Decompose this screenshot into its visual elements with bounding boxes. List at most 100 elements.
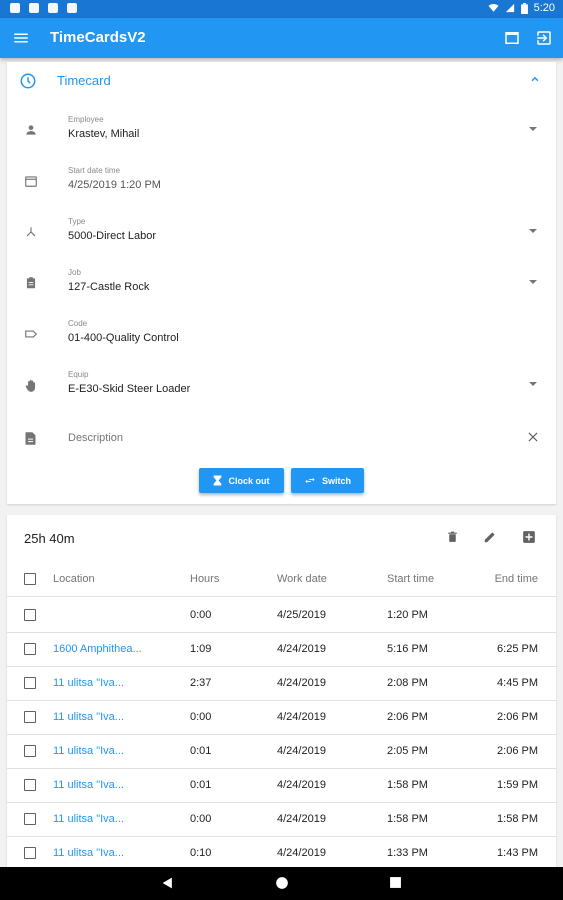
timecard-title: Timecard <box>57 73 111 88</box>
row-work-date: 4/24/2019 <box>277 745 326 757</box>
app-bar: TimeCardsV2 <box>0 18 563 58</box>
employee-caption: Employee <box>68 115 104 124</box>
column-start-time[interactable]: Start time <box>387 573 434 585</box>
row-location[interactable]: 11 ulitsa "Iva... <box>53 813 124 825</box>
person-icon <box>26 125 36 135</box>
calendar-icon <box>25 176 37 187</box>
type-caption: Type <box>68 217 86 226</box>
delete-icon[interactable] <box>446 530 459 544</box>
battery-icon <box>520 2 528 14</box>
notification-icon <box>67 3 77 13</box>
job-value: 127-Castle Rock <box>68 281 150 293</box>
row-location[interactable]: 11 ulitsa "Iva... <box>53 711 124 723</box>
row-checkbox[interactable] <box>24 847 36 859</box>
row-hours: 0:01 <box>190 779 212 791</box>
row-hours: 0:00 <box>190 813 212 825</box>
table-row[interactable]: 11 ulitsa "Iva... 0:00 4/24/2019 2:06 PM… <box>7 701 556 735</box>
swap-icon <box>305 477 315 484</box>
status-bar: 5:20 <box>0 0 563 18</box>
dropdown-arrow-icon[interactable] <box>529 127 537 131</box>
row-location[interactable]: 11 ulitsa "Iva... <box>53 677 124 689</box>
row-checkbox[interactable] <box>24 745 36 757</box>
tag-icon <box>25 330 38 338</box>
add-icon[interactable] <box>522 530 536 544</box>
edit-icon[interactable] <box>483 530 497 544</box>
row-location[interactable]: 11 ulitsa "Iva... <box>53 745 124 757</box>
switch-button[interactable]: Switch <box>291 468 364 493</box>
row-checkbox[interactable] <box>24 779 36 791</box>
home-icon[interactable] <box>275 876 289 890</box>
clock-out-button[interactable]: Clock out <box>199 468 284 493</box>
table-header: Location Hours Work date Start time End … <box>7 563 556 597</box>
chevron-up-icon[interactable] <box>528 72 542 86</box>
row-start-time: 2:08 PM <box>387 677 428 689</box>
row-end-time: 1:59 PM <box>497 779 538 791</box>
row-start-time: 5:16 PM <box>387 643 428 655</box>
equip-value: E-E30-Skid Steer Loader <box>68 383 191 395</box>
row-start-time: 1:33 PM <box>387 847 428 859</box>
select-all-checkbox[interactable] <box>24 573 36 585</box>
start-date-value: 4/25/2019 1:20 PM <box>68 179 161 191</box>
exit-icon[interactable] <box>535 29 553 47</box>
back-icon[interactable] <box>161 876 174 890</box>
row-checkbox[interactable] <box>24 677 36 689</box>
row-location[interactable]: 1600 Amphithea... <box>53 643 142 655</box>
row-checkbox[interactable] <box>24 711 36 723</box>
clock-out-label: Clock out <box>228 475 270 486</box>
table-row[interactable]: 11 ulitsa "Iva... 0:01 4/24/2019 1:58 PM… <box>7 769 556 803</box>
menu-icon[interactable] <box>12 29 30 47</box>
row-checkbox[interactable] <box>24 813 36 825</box>
row-checkbox[interactable] <box>24 643 36 655</box>
table-row[interactable]: 0:00 4/25/2019 1:20 PM <box>7 599 556 633</box>
hourglass-icon <box>214 475 222 486</box>
type-field[interactable]: Type 5000-Direct Labor <box>7 211 556 257</box>
code-value: 01-400-Quality Control <box>68 332 179 344</box>
row-end-time: 1:43 PM <box>497 847 538 859</box>
column-work-date[interactable]: Work date <box>277 573 327 585</box>
row-work-date: 4/25/2019 <box>277 609 326 621</box>
job-field[interactable]: Job 127-Castle Rock <box>7 262 556 308</box>
dropdown-arrow-icon[interactable] <box>529 280 537 284</box>
row-checkbox[interactable] <box>24 609 36 621</box>
column-hours[interactable]: Hours <box>190 573 219 585</box>
row-hours: 0:01 <box>190 745 212 757</box>
notification-icon <box>10 3 20 13</box>
job-caption: Job <box>68 268 81 277</box>
row-hours: 1:09 <box>190 643 212 655</box>
row-start-time: 2:05 PM <box>387 745 428 757</box>
row-end-time: 4:45 PM <box>497 677 538 689</box>
switch-label: Switch <box>321 475 351 486</box>
recents-icon[interactable] <box>389 876 402 889</box>
table-row[interactable]: 11 ulitsa "Iva... 0:00 4/24/2019 1:58 PM… <box>7 803 556 837</box>
code-field[interactable]: Code 01-400-Quality Control <box>7 313 556 359</box>
equip-caption: Equip <box>68 370 89 379</box>
window-icon[interactable] <box>503 29 521 47</box>
clipboard-icon <box>26 277 36 289</box>
equip-field[interactable]: Equip E-E30-Skid Steer Loader <box>7 364 556 410</box>
start-date-field[interactable]: Start date time 4/25/2019 1:20 PM <box>7 160 556 206</box>
navigation-bar <box>0 867 563 900</box>
row-location[interactable]: 11 ulitsa "Iva... <box>53 779 124 791</box>
table-row[interactable]: 11 ulitsa "Iva... 0:10 4/24/2019 1:33 PM… <box>7 837 556 867</box>
table-row[interactable]: 1600 Amphithea... 1:09 4/24/2019 5:16 PM… <box>7 633 556 667</box>
hand-icon <box>25 379 36 392</box>
table-row[interactable]: 11 ulitsa "Iva... 0:01 4/24/2019 2:05 PM… <box>7 735 556 769</box>
row-end-time: 2:06 PM <box>497 745 538 757</box>
code-caption: Code <box>68 319 88 328</box>
row-location[interactable]: 11 ulitsa "Iva... <box>53 847 124 859</box>
row-work-date: 4/24/2019 <box>277 677 326 689</box>
column-end-time[interactable]: End time <box>495 573 538 585</box>
table-row[interactable]: 11 ulitsa "Iva... 2:37 4/24/2019 2:08 PM… <box>7 667 556 701</box>
notification-icons <box>10 3 77 13</box>
row-hours: 0:00 <box>190 711 212 723</box>
employee-field[interactable]: Employee Krastev, Mihail <box>7 109 556 155</box>
close-icon[interactable] <box>526 430 540 444</box>
row-start-time: 2:06 PM <box>387 711 428 723</box>
description-field[interactable]: Description <box>7 417 556 463</box>
row-work-date: 4/24/2019 <box>277 779 326 791</box>
timecard-header[interactable]: Timecard <box>7 62 556 100</box>
row-start-time: 1:58 PM <box>387 813 428 825</box>
dropdown-arrow-icon[interactable] <box>529 382 537 386</box>
dropdown-arrow-icon[interactable] <box>529 229 537 233</box>
column-location[interactable]: Location <box>53 573 95 585</box>
